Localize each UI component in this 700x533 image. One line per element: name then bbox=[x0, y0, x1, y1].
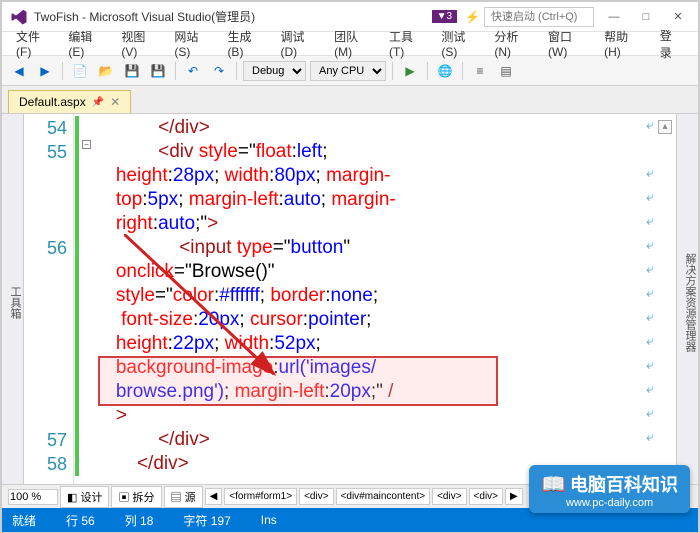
separator bbox=[392, 62, 393, 80]
status-line: 行 56 bbox=[66, 512, 95, 529]
code-content[interactable]: </div> <div style="float:left; height:28… bbox=[94, 114, 676, 484]
quick-launch-input[interactable] bbox=[484, 7, 594, 27]
crumb-div2[interactable]: <div> bbox=[432, 488, 466, 505]
status-char: 字符 197 bbox=[183, 512, 230, 529]
quick-launch-icon: ⚡ bbox=[465, 10, 480, 24]
line-number: 57 bbox=[24, 428, 67, 452]
code-line[interactable]: font-size:20px; cursor:pointer; bbox=[100, 308, 670, 332]
notification-badge[interactable]: ▼3 bbox=[432, 10, 457, 23]
comment-button[interactable]: ▤ bbox=[495, 60, 517, 82]
code-line[interactable]: style="color:#ffffff; border:none; bbox=[100, 284, 670, 308]
back-button[interactable]: ◀ bbox=[8, 60, 30, 82]
code-editor[interactable]: 54 55 56 57 58 − </div> <div style="floa… bbox=[24, 114, 676, 484]
menu-test[interactable]: 测试(S) bbox=[433, 26, 486, 61]
crumb-next[interactable]: ▶ bbox=[505, 488, 523, 505]
code-line[interactable]: <div style="float:left; bbox=[100, 140, 670, 164]
menubar: 文件(F) 编辑(E) 视图(V) 网站(S) 生成(B) 调试(D) 团队(M… bbox=[2, 32, 698, 56]
view-split[interactable]: ▣ 拆分 bbox=[111, 486, 161, 508]
status-mode: Ins bbox=[261, 513, 277, 527]
code-line[interactable]: top:5px; margin-left:auto; margin- bbox=[100, 188, 670, 212]
separator bbox=[175, 62, 176, 80]
open-button[interactable]: 📂 bbox=[95, 60, 117, 82]
forward-button[interactable]: ▶ bbox=[34, 60, 56, 82]
code-line[interactable]: </div> bbox=[100, 452, 670, 476]
view-source[interactable]: ▤ 源 bbox=[164, 486, 203, 508]
menu-site[interactable]: 网站(S) bbox=[166, 26, 219, 61]
solution-explorer-tab[interactable]: 解决方案资源管理器 bbox=[682, 120, 698, 484]
document-tabstrip: Default.aspx 📌 ✕ bbox=[2, 86, 698, 114]
separator bbox=[236, 62, 237, 80]
code-line[interactable]: </div> bbox=[100, 116, 670, 140]
menu-build[interactable]: 生成(B) bbox=[219, 26, 272, 61]
undo-button[interactable]: ↶ bbox=[182, 60, 204, 82]
line-number: 56 bbox=[24, 236, 67, 428]
menu-team[interactable]: 团队(M) bbox=[326, 26, 381, 61]
crumb-div3[interactable]: <div> bbox=[469, 488, 503, 505]
close-tab-icon[interactable]: ✕ bbox=[110, 95, 120, 109]
signin-button[interactable]: 登录 bbox=[650, 25, 692, 63]
platform-select[interactable]: Any CPU bbox=[310, 61, 386, 81]
code-line[interactable]: <input type="button" bbox=[100, 236, 670, 260]
save-all-button[interactable]: 💾 bbox=[147, 60, 169, 82]
view-design[interactable]: ◧ 设计 bbox=[60, 486, 109, 508]
code-line[interactable]: > bbox=[100, 404, 670, 428]
start-button[interactable]: ▶ bbox=[399, 60, 421, 82]
vertical-scrollbar[interactable]: ▴ bbox=[658, 120, 674, 478]
view-switcher: ◧ 设计 ▣ 拆分 ▤ 源 ◀ <form#form1> <div> <div#… bbox=[2, 484, 698, 508]
line-number: 54 bbox=[24, 116, 67, 140]
code-line[interactable]: height:28px; width:80px; margin- bbox=[100, 164, 670, 188]
code-line[interactable]: right:auto;"> bbox=[100, 212, 670, 236]
toolbox-panel-tab[interactable]: 工具箱 bbox=[2, 114, 24, 484]
menu-view[interactable]: 视图(V) bbox=[113, 26, 166, 61]
browser-button[interactable]: 🌐 bbox=[434, 60, 456, 82]
line-number-gutter: 54 55 56 57 58 bbox=[24, 114, 74, 484]
new-item-button[interactable]: 📄 bbox=[69, 60, 91, 82]
line-number: 55 bbox=[24, 140, 67, 236]
breadcrumb-nav: ◀ <form#form1> <div> <div#maincontent> <… bbox=[205, 488, 523, 505]
save-button[interactable]: 💾 bbox=[121, 60, 143, 82]
main-area: 工具箱 54 55 56 57 58 − </div> <div style="… bbox=[2, 114, 698, 484]
crumb-form[interactable]: <form#form1> bbox=[224, 488, 297, 505]
right-panel-tabs: 解决方案资源管理器 团队资源管理器 属性 bbox=[676, 114, 698, 484]
crumb-main[interactable]: <div#maincontent> bbox=[336, 488, 431, 505]
menu-analyze[interactable]: 分析(N) bbox=[486, 26, 540, 61]
outline-gutter: − bbox=[80, 114, 94, 484]
status-text: 就绪 bbox=[12, 512, 36, 529]
code-line[interactable]: background-image:url('images/ bbox=[100, 356, 670, 380]
minimize-button[interactable]: — bbox=[602, 7, 626, 27]
paragraph-marks: ⤶⤶⤶⤶⤶⤶⤶⤶⤶⤶⤶⤶⤶ bbox=[646, 118, 654, 454]
menu-debug[interactable]: 调试(D) bbox=[272, 26, 326, 61]
config-select[interactable]: Debug bbox=[243, 61, 306, 81]
separator bbox=[462, 62, 463, 80]
line-number: 58 bbox=[24, 452, 67, 476]
collapse-toggle[interactable]: − bbox=[82, 140, 91, 149]
code-line[interactable]: height:22px; width:52px; bbox=[100, 332, 670, 356]
pin-icon[interactable]: 📌 bbox=[92, 97, 104, 108]
tab-label: Default.aspx bbox=[19, 95, 86, 109]
close-button[interactable]: ✕ bbox=[666, 7, 690, 27]
code-line[interactable]: </div> bbox=[100, 428, 670, 452]
crumb-prev[interactable]: ◀ bbox=[205, 488, 223, 505]
maximize-button[interactable]: □ bbox=[634, 7, 658, 27]
scroll-up-icon[interactable]: ▴ bbox=[658, 120, 672, 134]
menu-tools[interactable]: 工具(T) bbox=[381, 26, 433, 61]
menu-file[interactable]: 文件(F) bbox=[8, 26, 60, 61]
menu-help[interactable]: 帮助(H) bbox=[596, 26, 650, 61]
statusbar: 就绪 行 56 列 18 字符 197 Ins bbox=[2, 508, 698, 532]
crumb-div1[interactable]: <div> bbox=[299, 488, 333, 505]
code-line[interactable]: browse.png'); margin-left:20px;" / bbox=[100, 380, 670, 404]
status-col: 列 18 bbox=[125, 512, 154, 529]
separator bbox=[427, 62, 428, 80]
code-line[interactable]: onclick="Browse()" bbox=[100, 260, 670, 284]
vs-icon bbox=[10, 8, 28, 26]
format-button[interactable]: ≡ bbox=[469, 60, 491, 82]
zoom-input[interactable] bbox=[8, 489, 58, 505]
menu-window[interactable]: 窗口(W) bbox=[540, 26, 596, 61]
separator bbox=[62, 62, 63, 80]
redo-button[interactable]: ↷ bbox=[208, 60, 230, 82]
tab-default-aspx[interactable]: Default.aspx 📌 ✕ bbox=[8, 90, 131, 113]
window-title: TwoFish - Microsoft Visual Studio(管理员) bbox=[34, 8, 428, 25]
menu-edit[interactable]: 编辑(E) bbox=[60, 26, 113, 61]
